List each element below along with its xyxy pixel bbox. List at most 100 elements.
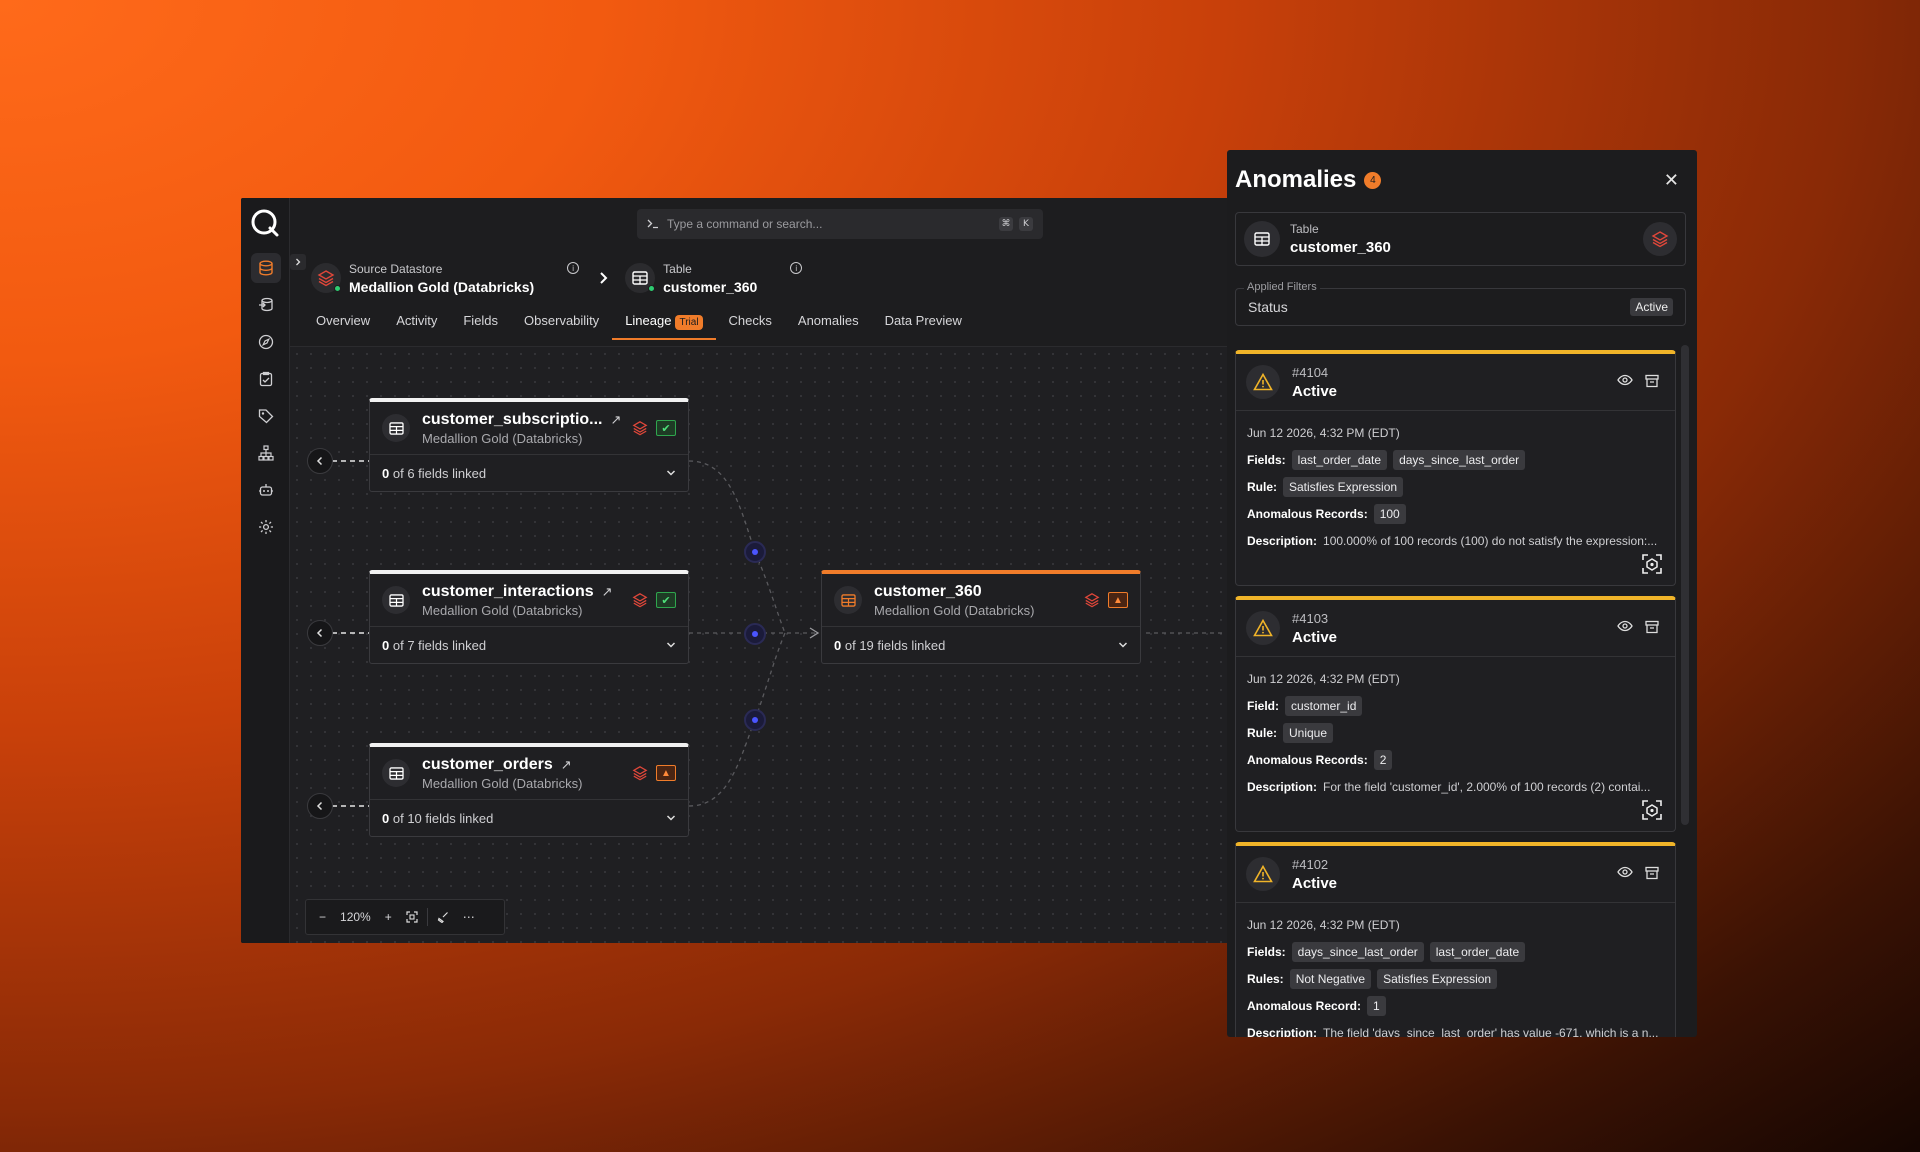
- tab-data-preview[interactable]: Data Preview: [872, 310, 975, 340]
- eye-icon[interactable]: [1617, 866, 1633, 878]
- tab-anomalies[interactable]: Anomalies: [785, 310, 872, 340]
- tab-label: Activity: [396, 313, 438, 328]
- rule-chip[interactable]: Unique: [1283, 722, 1334, 743]
- panel-table-info: Table customer_360: [1235, 212, 1686, 266]
- field-chip[interactable]: days_since_last_order: [1393, 449, 1526, 470]
- applied-filters[interactable]: Applied Filters Status Active: [1235, 281, 1686, 326]
- chevron-down-icon[interactable]: [666, 641, 676, 649]
- lineage-junction[interactable]: [744, 709, 766, 731]
- check-passed-icon[interactable]: ✔: [656, 420, 676, 436]
- tab-observability[interactable]: Observability: [511, 310, 612, 340]
- node-name[interactable]: customer_subscriptio...: [422, 411, 603, 428]
- warning-icon[interactable]: ▲: [1108, 592, 1128, 608]
- eye-icon[interactable]: [1617, 374, 1633, 386]
- lineage-junction[interactable]: [744, 623, 766, 645]
- fit-view-icon: [406, 911, 418, 923]
- fields-linked: 0 of 6 fields linked: [382, 466, 486, 481]
- anomaly-status: Active: [1292, 874, 1338, 892]
- info-icon[interactable]: i: [567, 262, 580, 274]
- lineage-node[interactable]: customer_interactions ↗ Medallion Gold (D…: [369, 570, 689, 664]
- tab-activity[interactable]: Activity: [383, 310, 450, 340]
- warning-triangle-icon: [1246, 857, 1280, 891]
- databricks-icon: [632, 766, 648, 781]
- zoom-out-button[interactable]: −: [312, 910, 333, 924]
- field-chip[interactable]: days_since_last_order: [1291, 941, 1424, 962]
- field-chip[interactable]: customer_id: [1285, 695, 1363, 716]
- external-link-icon[interactable]: ↗: [611, 412, 622, 427]
- close-icon[interactable]: ✕: [1664, 170, 1679, 191]
- info-icon[interactable]: i: [790, 262, 803, 274]
- rule-chip[interactable]: Not Negative: [1289, 968, 1372, 989]
- chevron-down-icon[interactable]: [666, 469, 676, 477]
- archive-icon[interactable]: [1645, 866, 1659, 880]
- anomaly-list: #4104 Active Jun 12 2026, 4:32 PM (EDT) …: [1235, 350, 1686, 1037]
- tab-overview[interactable]: Overview: [303, 310, 383, 340]
- anomaly-date: Jun 12 2026, 4:32 PM (EDT): [1247, 425, 1400, 440]
- hierarchy-icon[interactable]: [251, 438, 281, 468]
- lineage-canvas[interactable]: customer_subscriptio... ↗ Medallion Gold …: [290, 346, 1247, 943]
- fields-linked: 0 of 7 fields linked: [382, 638, 486, 653]
- terminal-prompt-icon: [647, 219, 658, 229]
- tab-checks[interactable]: Checks: [716, 310, 785, 340]
- node-name[interactable]: customer_orders: [422, 756, 553, 773]
- anomaly-status: Active: [1292, 382, 1338, 400]
- inspect-source-icon[interactable]: [1641, 799, 1663, 821]
- command-search-bar[interactable]: Type a command or search... ⌘ K: [637, 209, 1043, 239]
- datastore-icon[interactable]: [251, 253, 281, 283]
- checks-clipboard-icon[interactable]: [251, 364, 281, 394]
- table-icon: [382, 414, 410, 442]
- explore-compass-icon[interactable]: [251, 327, 281, 357]
- breadcrumb-table[interactable]: Table customer_360: [663, 262, 757, 295]
- chevron-right-icon: [296, 258, 301, 266]
- filter-value-chip[interactable]: Active: [1630, 298, 1673, 316]
- settings-gear-icon[interactable]: [251, 512, 281, 542]
- table-icon: [1244, 221, 1280, 257]
- anomalies-panel: Anomalies 4 ✕ Table customer_360 Applied…: [1227, 150, 1697, 1037]
- anomaly-card[interactable]: #4103 Active Jun 12 2026, 4:32 PM (EDT) …: [1235, 596, 1676, 832]
- node-name[interactable]: customer_interactions: [422, 583, 594, 600]
- lineage-target-node[interactable]: customer_360 Medallion Gold (Databricks)…: [821, 570, 1141, 664]
- filter-key: Status: [1248, 299, 1288, 315]
- archive-icon[interactable]: [1645, 374, 1659, 388]
- tab-label: Observability: [524, 313, 600, 328]
- lineage-junction[interactable]: [744, 541, 766, 563]
- zoom-in-button[interactable]: +: [378, 910, 399, 924]
- rule-chip[interactable]: Satisfies Expression: [1377, 968, 1498, 989]
- chevron-down-icon[interactable]: [666, 814, 676, 822]
- databricks-icon: [1643, 222, 1677, 256]
- warning-triangle-icon: [1246, 365, 1280, 399]
- expand-sidebar-button[interactable]: [290, 254, 306, 270]
- lineage-node[interactable]: customer_subscriptio... ↗ Medallion Gold …: [369, 398, 689, 492]
- anomaly-card[interactable]: #4102 Active Jun 12 2026, 4:32 PM (EDT) …: [1235, 842, 1676, 1037]
- anomaly-description: The field 'days_since_last_order' has va…: [1323, 1025, 1659, 1038]
- chevron-down-icon[interactable]: [1118, 641, 1128, 649]
- flows-icon[interactable]: [251, 290, 281, 320]
- more-options-button[interactable]: ⋯: [456, 910, 482, 924]
- expand-upstream-button[interactable]: [307, 793, 333, 819]
- tab-label: Checks: [728, 313, 772, 328]
- expand-upstream-button[interactable]: [307, 620, 333, 646]
- field-chip[interactable]: last_order_date: [1291, 449, 1388, 470]
- tab-lineage[interactable]: Lineage Trial: [612, 310, 716, 340]
- external-link-icon[interactable]: ↗: [561, 757, 572, 772]
- anomaly-count-badge: 4: [1364, 171, 1382, 189]
- check-passed-icon[interactable]: ✔: [656, 592, 676, 608]
- tag-icon[interactable]: [251, 401, 281, 431]
- expand-upstream-button[interactable]: [307, 448, 333, 474]
- eye-icon[interactable]: [1617, 620, 1633, 632]
- rule-chip[interactable]: Satisfies Expression: [1283, 476, 1404, 497]
- lineage-node[interactable]: customer_orders ↗ Medallion Gold (Databri…: [369, 743, 689, 837]
- clear-layout-button[interactable]: [430, 911, 456, 923]
- tab-fields[interactable]: Fields: [450, 310, 511, 340]
- app-logo-icon[interactable]: [248, 206, 282, 240]
- field-chip[interactable]: last_order_date: [1429, 941, 1526, 962]
- fit-view-button[interactable]: [399, 911, 425, 923]
- archive-icon[interactable]: [1645, 620, 1659, 634]
- external-link-icon[interactable]: ↗: [602, 584, 613, 599]
- warning-icon[interactable]: ▲: [656, 765, 676, 781]
- breadcrumb-source[interactable]: Source Datastore Medallion Gold (Databri…: [349, 262, 534, 295]
- agent-robot-icon[interactable]: [251, 475, 281, 505]
- node-name[interactable]: customer_360: [874, 583, 1034, 601]
- inspect-source-icon[interactable]: [1641, 553, 1663, 575]
- anomaly-card[interactable]: #4104 Active Jun 12 2026, 4:32 PM (EDT) …: [1235, 350, 1676, 586]
